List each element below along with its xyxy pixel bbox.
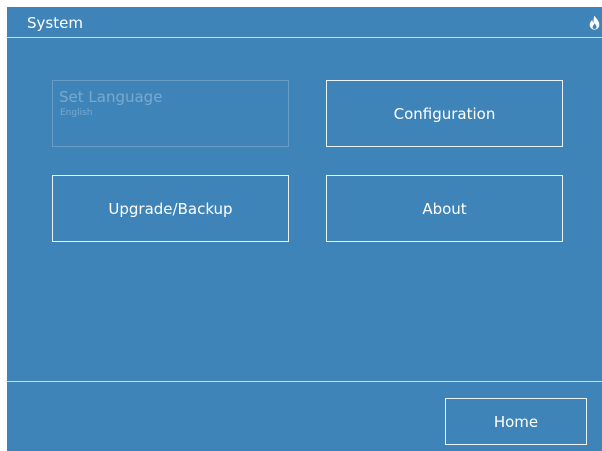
home-button[interactable]: Home [445,398,587,445]
page-title: System [27,14,83,32]
footer-divider [7,381,602,382]
upgrade-backup-button[interactable]: Upgrade/Backup [52,175,289,242]
flame-icon [589,15,600,30]
configuration-button[interactable]: Configuration [326,80,563,147]
about-label: About [422,199,467,218]
set-language-label: Set Language [59,88,163,106]
current-language-value: English [60,108,93,118]
upgrade-backup-label: Upgrade/Backup [108,199,233,218]
title-bar: System [7,7,602,38]
configuration-label: Configuration [393,104,496,123]
home-label: Home [493,412,539,431]
system-screen: System Set Language English Configuratio… [7,7,602,451]
set-language-button: Set Language English [52,80,289,147]
about-button[interactable]: About [326,175,563,242]
